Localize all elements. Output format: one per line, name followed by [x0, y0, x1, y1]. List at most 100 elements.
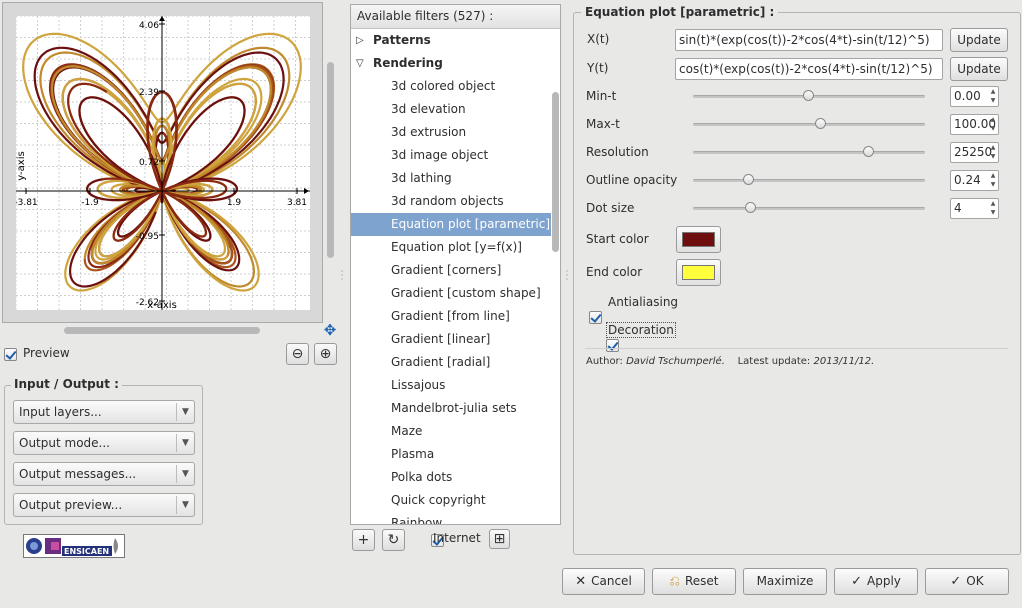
chevron-down-icon[interactable]: ▽ [356, 52, 368, 75]
start-color-button[interactable] [676, 226, 721, 253]
slider-handle[interactable] [745, 202, 756, 213]
filter-item[interactable]: Gradient [radial] [351, 351, 551, 374]
ok-button[interactable]: ✓ OK [925, 568, 1009, 595]
input-layers-combo[interactable]: Input layers... ▼ [13, 400, 195, 424]
slider-label: Outline opacity [586, 173, 678, 187]
preview-image[interactable]: 4.06 2.39 0.72 -0.95 -2.62 -3.81 -1.9 1.9 3.81 x-… [14, 15, 310, 311]
filter-item[interactable]: Quick copyright [351, 489, 551, 512]
output-preview-combo[interactable]: Output preview... ▼ [13, 493, 195, 517]
slider-handle[interactable] [742, 174, 754, 185]
reset-button[interactable]: ⎌ Reset [652, 568, 736, 595]
author-info: Author: David Tschumperlé. Latest update… [586, 356, 875, 367]
filter-label: Rendering [373, 56, 443, 70]
filter-category[interactable]: ▷ Patterns [351, 29, 551, 52]
filter-item[interactable]: Equation plot [parametric] [351, 213, 551, 236]
x-tick-label: -1.9 [81, 198, 99, 208]
filter-label: 3d random objects [391, 194, 504, 208]
preview-checkbox[interactable] [4, 348, 17, 361]
y-tick-label: -0.95 [136, 232, 159, 242]
filter-label: Lissajous [391, 378, 446, 392]
filter-item[interactable]: 3d random objects [351, 190, 551, 213]
filter-label: Plasma [391, 447, 435, 461]
refresh-button[interactable]: ↻ [382, 529, 405, 551]
x-update-button[interactable]: Update [950, 28, 1008, 52]
refresh-icon: ↻ [387, 532, 400, 548]
filter-title: Equation plot [parametric] : [581, 5, 779, 19]
check-icon: ✓ [950, 574, 962, 589]
preview-vertical-scrollbar[interactable] [327, 62, 334, 258]
splitter-handle[interactable]: · · · [340, 268, 344, 285]
apply-button[interactable]: ✓ Apply [834, 568, 918, 595]
decoration-checkbox[interactable] [605, 339, 619, 352]
spin-arrows-icon[interactable]: ▲ ▼ [988, 115, 998, 134]
filter-item[interactable]: Polka dots [351, 466, 551, 489]
antialiasing-checkbox[interactable] [589, 311, 602, 324]
value-spinbox[interactable]: 4 ▲ ▼ [950, 198, 999, 219]
add-favorite-button[interactable]: + [352, 529, 375, 551]
filter-item[interactable]: 3d image object [351, 144, 551, 167]
filter-item[interactable]: Plasma [351, 443, 551, 466]
filters-scrollbar[interactable] [552, 92, 559, 252]
filter-item[interactable]: Gradient [from line] [351, 305, 551, 328]
slider-handle[interactable] [803, 90, 814, 101]
x-equation-input[interactable]: sin(t)*(exp(cos(t))-2*cos(4*t)-sin(t/12)… [675, 29, 943, 51]
y-axis-arrow [159, 16, 165, 21]
filter-category[interactable]: ▽ Rendering [351, 52, 551, 75]
filter-label: Gradient [corners] [391, 263, 502, 277]
filter-item[interactable]: Lissajous [351, 374, 551, 397]
spin-arrows-icon[interactable]: ▲ ▼ [988, 171, 998, 190]
end-color-button[interactable] [676, 259, 721, 286]
zoom-in-button[interactable]: ⊕ [314, 343, 337, 365]
filter-label: Patterns [373, 33, 431, 47]
zoom-out-button[interactable]: ⊖ [286, 343, 309, 365]
y-tick-label: 2.39 [139, 88, 159, 98]
expand-button[interactable]: ⊞ [489, 529, 510, 549]
filter-item[interactable]: 3d colored object [351, 75, 551, 98]
close-icon: ✕ [575, 574, 587, 589]
filter-item[interactable]: Gradient [linear] [351, 328, 551, 351]
chevron-right-icon[interactable]: ▷ [356, 29, 368, 52]
spin-arrows-icon[interactable]: ▲ ▼ [988, 87, 998, 106]
filter-item[interactable]: Gradient [corners] [351, 259, 551, 282]
value-spinbox[interactable]: 25250 ▲ ▼ [950, 142, 999, 163]
value-spinbox[interactable]: 100.00 ▲ ▼ [950, 114, 999, 135]
x-tick-label: 1.9 [227, 198, 242, 208]
value-spinbox[interactable]: 0.24 ▲ ▼ [950, 170, 999, 191]
chevron-down-icon: ▼ [176, 434, 194, 452]
value-spinbox[interactable]: 0.00 ▲ ▼ [950, 86, 999, 107]
check-icon: ✓ [851, 574, 862, 589]
slider-groove[interactable] [693, 207, 925, 210]
separator [585, 348, 1008, 349]
slider-groove[interactable] [693, 123, 925, 126]
end-color-label: End color [586, 265, 643, 279]
slider-handle[interactable] [814, 118, 826, 129]
cancel-button[interactable]: ✕ Cancel [562, 568, 645, 595]
start-color-swatch [682, 232, 715, 247]
slider-groove[interactable] [693, 151, 925, 154]
output-messages-combo[interactable]: Output messages... ▼ [13, 462, 195, 486]
slider-label: Dot size [586, 201, 635, 215]
filter-item[interactable]: Rainbow [351, 512, 551, 524]
maximize-button[interactable]: Maximize [743, 568, 827, 595]
filter-item[interactable]: Gradient [custom shape] [351, 282, 551, 305]
filter-label: 3d lathing [391, 171, 452, 185]
filter-item[interactable]: 3d lathing [351, 167, 551, 190]
filter-item[interactable]: Mandelbrot-julia sets [351, 397, 551, 420]
y-equation-input[interactable]: cos(t)*(exp(cos(t))-2*cos(4*t)-sin(t/12)… [675, 58, 943, 80]
move-icon[interactable]: ✥ [322, 322, 338, 338]
spin-arrows-icon[interactable]: ▲ ▼ [988, 199, 998, 218]
y-update-button[interactable]: Update [950, 57, 1008, 81]
preview-horizontal-scrollbar[interactable] [64, 327, 260, 334]
spin-arrows-icon[interactable]: ▲ ▼ [988, 143, 998, 162]
filter-item[interactable]: 3d elevation [351, 98, 551, 121]
output-mode-combo[interactable]: Output mode... ▼ [13, 431, 195, 455]
filter-item[interactable]: Equation plot [y=f(x)] [351, 236, 551, 259]
splitter-handle[interactable]: · · · [565, 268, 569, 285]
zoom-out-icon: ⊖ [291, 346, 304, 362]
filters-tree: Available filters (527) : ▷ Patterns ▽ Rend… [350, 4, 561, 525]
filter-label: Equation plot [y=f(x)] [391, 240, 522, 254]
filter-item[interactable]: Maze [351, 420, 551, 443]
slider-groove[interactable] [693, 179, 925, 182]
internet-label: Internet [433, 531, 481, 545]
filter-item[interactable]: 3d extrusion [351, 121, 551, 144]
